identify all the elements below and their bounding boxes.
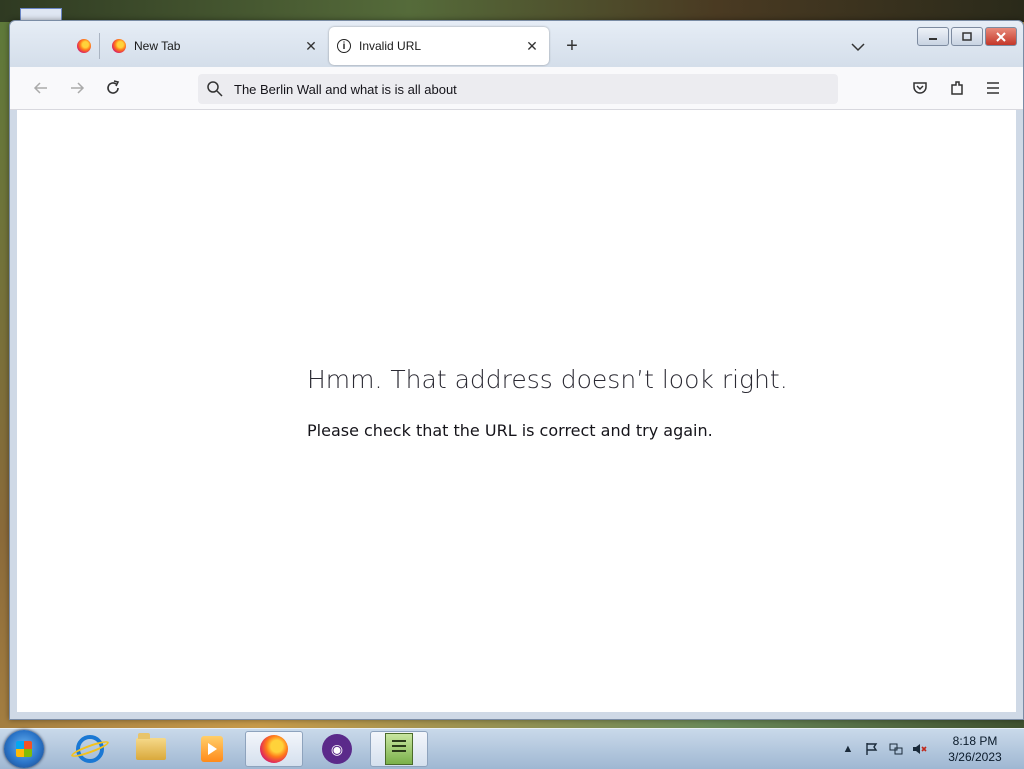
tab-separator: [99, 33, 100, 59]
pocket-icon: [913, 82, 927, 94]
chevron-down-icon: [851, 43, 865, 52]
minimize-icon: [929, 37, 937, 40]
puzzle-icon: [951, 81, 963, 95]
close-icon[interactable]: ✕: [302, 37, 320, 55]
tab-invalid-url[interactable]: i Invalid URL ✕: [329, 27, 549, 65]
firefox-window: New Tab ✕ i Invalid URL ✕ + The Berlin W…: [9, 20, 1024, 720]
firefox-icon: [77, 39, 91, 53]
taskbar-media-player[interactable]: [183, 731, 241, 767]
menu-button[interactable]: [981, 76, 1005, 100]
tab-label: Invalid URL: [359, 39, 422, 53]
tab-pinned[interactable]: [60, 27, 98, 65]
tab-strip: New Tab ✕ i Invalid URL ✕ +: [10, 21, 1023, 67]
reload-icon: [107, 80, 120, 94]
volume-muted-icon[interactable]: [912, 741, 928, 757]
taskbar-internet-explorer[interactable]: [61, 731, 119, 767]
address-bar[interactable]: The Berlin Wall and what is is all about: [198, 74, 838, 104]
reload-button[interactable]: [101, 76, 125, 100]
close-icon[interactable]: ✕: [523, 37, 541, 55]
error-title: Hmm. That address doesn’t look right.: [307, 365, 788, 394]
window-controls: [917, 27, 1017, 46]
hamburger-menu-icon: [987, 82, 999, 94]
firefox-icon: [260, 735, 288, 763]
start-button[interactable]: [4, 730, 44, 768]
taskbar-privacy-app[interactable]: ◉: [308, 731, 366, 767]
forward-arrow-icon: [71, 82, 85, 94]
navigation-toolbar: The Berlin Wall and what is is all about: [10, 67, 1023, 110]
error-description: Please check that the URL is correct and…: [307, 421, 713, 440]
back-arrow-icon: [33, 82, 47, 94]
info-icon: i: [337, 39, 351, 53]
address-bar-text: The Berlin Wall and what is is all about: [234, 81, 457, 97]
list-all-tabs-button[interactable]: [848, 37, 868, 57]
taskbar-file-explorer[interactable]: [122, 731, 180, 767]
forward-button[interactable]: [65, 76, 89, 100]
page-content: Hmm. That address doesn’t look right. Pl…: [17, 110, 1016, 712]
mask-icon: ◉: [322, 734, 352, 764]
system-tray: ▲: [840, 729, 928, 769]
taskbar-firefox[interactable]: [245, 731, 303, 767]
clock-date: 3/26/2023: [948, 750, 1002, 764]
pocket-button[interactable]: [908, 76, 932, 100]
tab-label: New Tab: [134, 39, 181, 53]
taskbar: ◉ ▲ 8:18 PM 3/26/2023: [0, 728, 1024, 769]
internet-explorer-icon: [76, 735, 104, 763]
maximize-button[interactable]: [951, 27, 983, 46]
notepad-icon: [385, 733, 413, 765]
back-button[interactable]: [29, 76, 53, 100]
clock-time: 8:18 PM: [952, 734, 998, 748]
desktop-background: [0, 0, 1024, 22]
flag-icon[interactable]: [864, 741, 880, 757]
windows-logo-icon: [16, 741, 32, 757]
tab-new-tab[interactable]: New Tab ✕: [102, 27, 328, 65]
media-player-icon: [201, 736, 223, 762]
network-icon[interactable]: [888, 741, 904, 757]
taskbar-notepad-app[interactable]: [370, 731, 428, 767]
maximize-icon: [962, 31, 972, 41]
firefox-icon: [112, 39, 126, 53]
clock[interactable]: 8:18 PM 3/26/2023: [940, 733, 1010, 765]
extensions-button[interactable]: [945, 76, 969, 100]
folder-icon: [136, 733, 166, 760]
search-icon: [207, 81, 223, 97]
close-window-button[interactable]: [985, 27, 1017, 46]
show-hidden-icons-button[interactable]: ▲: [840, 741, 856, 757]
minimize-button[interactable]: [917, 27, 949, 46]
new-tab-button[interactable]: +: [562, 36, 582, 57]
close-icon: [996, 31, 1006, 42]
